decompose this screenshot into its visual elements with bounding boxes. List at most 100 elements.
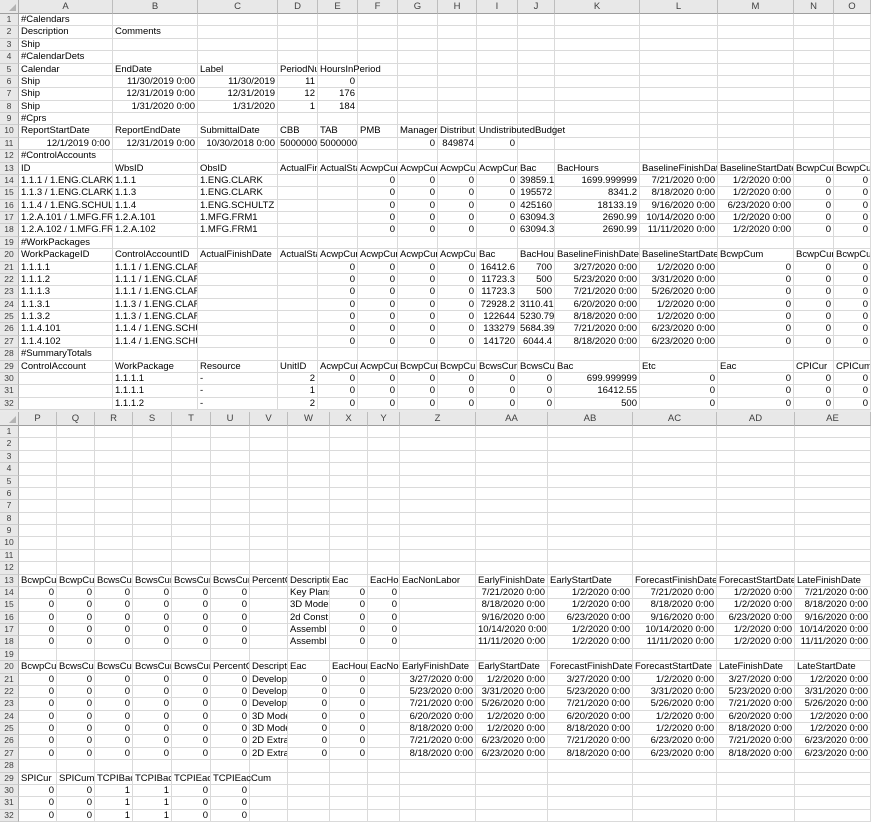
- row-header-15[interactable]: 15: [0, 599, 19, 611]
- row-header-12[interactable]: 12: [0, 150, 19, 162]
- cell-AE10[interactable]: [795, 537, 871, 549]
- cell-P3[interactable]: [19, 451, 57, 463]
- cell-K22[interactable]: 5/23/2020 0:00: [555, 274, 640, 286]
- cell-Q5[interactable]: [57, 476, 95, 488]
- cell-O28[interactable]: [834, 348, 871, 360]
- cell-D4[interactable]: [278, 51, 318, 63]
- cell-O24[interactable]: 0: [834, 299, 871, 311]
- cell-E27[interactable]: 0: [318, 336, 358, 348]
- row-header-8[interactable]: 8: [0, 101, 19, 113]
- cell-F15[interactable]: 0: [358, 187, 398, 199]
- cell-AA32[interactable]: [476, 810, 548, 822]
- row-header-23[interactable]: 23: [0, 698, 19, 710]
- cell-P12[interactable]: [19, 562, 57, 574]
- cell-J24[interactable]: 3110.41: [518, 299, 555, 311]
- cell-J14[interactable]: 39859.1: [518, 175, 555, 187]
- cell-G10[interactable]: Manager: [398, 125, 438, 137]
- cell-S32[interactable]: 1: [133, 810, 172, 822]
- cell-V19[interactable]: [250, 649, 288, 661]
- cell-L20[interactable]: BaselineStartDate: [640, 249, 718, 261]
- cell-R16[interactable]: 0: [95, 612, 133, 624]
- cell-N13[interactable]: BcwpCum: [794, 163, 834, 175]
- cell-W22[interactable]: 0: [288, 686, 330, 698]
- cell-X27[interactable]: 0: [330, 748, 368, 760]
- cell-C14[interactable]: 1.ENG.CLARK: [198, 175, 278, 187]
- cell-I1[interactable]: [477, 14, 518, 26]
- cell-L26[interactable]: 6/23/2020 0:00: [640, 323, 718, 335]
- cell-U29[interactable]: TCPIEacCum: [211, 773, 250, 785]
- cell-K20[interactable]: BaselineFinishDate: [555, 249, 640, 261]
- row-header-20[interactable]: 20: [0, 661, 19, 673]
- cell-Y21[interactable]: [368, 674, 400, 686]
- cell-H25[interactable]: 0: [438, 311, 477, 323]
- cell-W27[interactable]: 0: [288, 748, 330, 760]
- cell-U31[interactable]: 0: [211, 797, 250, 809]
- cell-L22[interactable]: 3/31/2020 0:00: [640, 274, 718, 286]
- cell-L12[interactable]: [640, 150, 718, 162]
- cell-W31[interactable]: [288, 797, 330, 809]
- cell-Q8[interactable]: [57, 513, 95, 525]
- cell-Z7[interactable]: [400, 500, 476, 512]
- cell-N16[interactable]: 0: [794, 200, 834, 212]
- cell-K14[interactable]: 1699.999999: [555, 175, 640, 187]
- cell-D10[interactable]: CBB: [278, 125, 318, 137]
- cell-X30[interactable]: [330, 785, 368, 797]
- cell-AD24[interactable]: 6/20/2020 0:00: [717, 711, 795, 723]
- cell-H15[interactable]: 0: [438, 187, 477, 199]
- cell-R23[interactable]: 0: [95, 698, 133, 710]
- cell-M13[interactable]: BaselineStartDate: [718, 163, 794, 175]
- cell-N6[interactable]: [794, 76, 834, 88]
- cell-T24[interactable]: 0: [172, 711, 211, 723]
- cell-B19[interactable]: [113, 237, 198, 249]
- cell-A11[interactable]: 12/1/2019 0:00: [19, 138, 113, 150]
- cell-Q17[interactable]: 0: [57, 624, 95, 636]
- cell-C8[interactable]: 1/31/2020: [198, 101, 278, 113]
- cell-S4[interactable]: [133, 463, 172, 475]
- cell-AA22[interactable]: 3/31/2020 0:00: [476, 686, 548, 698]
- cell-U27[interactable]: 0: [211, 748, 250, 760]
- cell-Z16[interactable]: [400, 612, 476, 624]
- cell-AC15[interactable]: 8/18/2020 0:00: [633, 599, 717, 611]
- cell-AB12[interactable]: [548, 562, 633, 574]
- cell-K16[interactable]: 18133.19: [555, 200, 640, 212]
- cell-R10[interactable]: [95, 537, 133, 549]
- cell-AA20[interactable]: EarlyStartDate: [476, 661, 548, 673]
- cell-M10[interactable]: [718, 125, 794, 137]
- row-header-19[interactable]: 19: [0, 649, 19, 661]
- row-header-7[interactable]: 7: [0, 88, 19, 100]
- cell-U10[interactable]: [211, 537, 250, 549]
- cell-R31[interactable]: 1: [95, 797, 133, 809]
- cell-Y6[interactable]: [368, 488, 400, 500]
- cell-F9[interactable]: [358, 113, 398, 125]
- cell-G1[interactable]: [398, 14, 438, 26]
- cell-X32[interactable]: [330, 810, 368, 822]
- cell-Z26[interactable]: 7/21/2020 0:00: [400, 735, 476, 747]
- cell-L11[interactable]: [640, 138, 718, 150]
- cell-T6[interactable]: [172, 488, 211, 500]
- cell-L7[interactable]: [640, 88, 718, 100]
- cell-AD1[interactable]: [717, 426, 795, 438]
- cell-Q24[interactable]: 0: [57, 711, 95, 723]
- column-header-AC[interactable]: AC: [633, 412, 717, 426]
- cell-I3[interactable]: [477, 39, 518, 51]
- cell-B9[interactable]: [113, 113, 198, 125]
- cell-A18[interactable]: 1.2.A.102 / 1.MFG.FRM1: [19, 224, 113, 236]
- column-header-AD[interactable]: AD: [717, 412, 795, 426]
- cell-D1[interactable]: [278, 14, 318, 26]
- cell-A23[interactable]: 1.1.1.3: [19, 286, 113, 298]
- cell-Q31[interactable]: 0: [57, 797, 95, 809]
- cell-K24[interactable]: 6/20/2020 0:00: [555, 299, 640, 311]
- cell-AA14[interactable]: 7/21/2020 0:00: [476, 587, 548, 599]
- cell-AD27[interactable]: 8/18/2020 0:00: [717, 748, 795, 760]
- cell-E21[interactable]: 0: [318, 262, 358, 274]
- cell-Q1[interactable]: [57, 426, 95, 438]
- cell-G9[interactable]: [398, 113, 438, 125]
- cell-H7[interactable]: [438, 88, 477, 100]
- cell-Y24[interactable]: [368, 711, 400, 723]
- cell-P2[interactable]: [19, 438, 57, 450]
- cell-E14[interactable]: [318, 175, 358, 187]
- cell-E31[interactable]: 0: [318, 385, 358, 397]
- cell-W10[interactable]: [288, 537, 330, 549]
- cell-Y12[interactable]: [368, 562, 400, 574]
- cell-AE26[interactable]: 6/23/2020 0:00: [795, 735, 871, 747]
